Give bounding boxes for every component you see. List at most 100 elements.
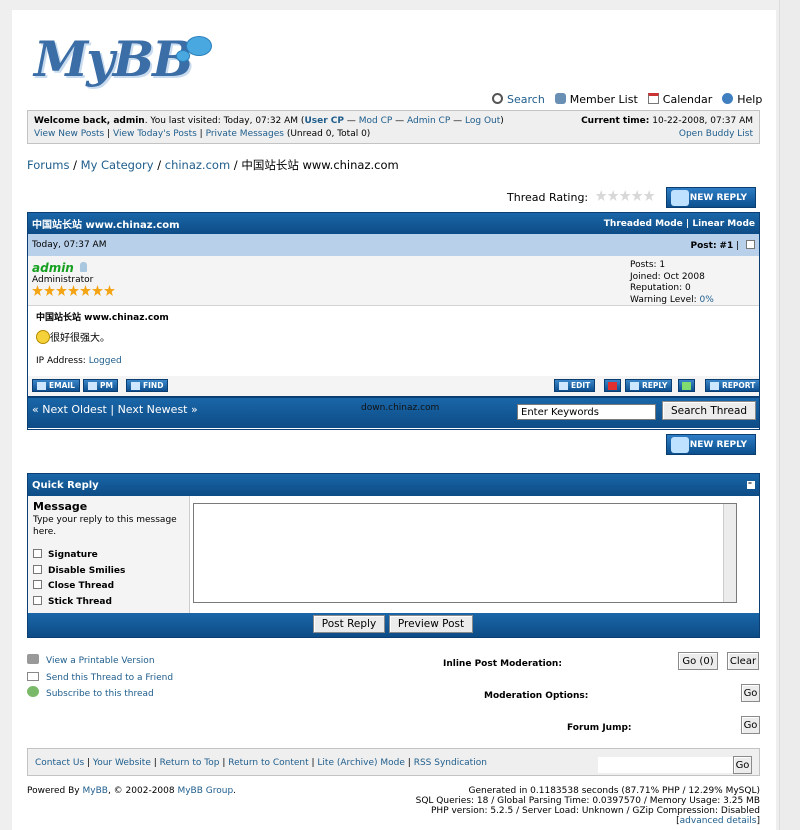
stick-thread-checkbox[interactable] — [33, 595, 42, 605]
next-oldest-link[interactable]: « Next Oldest — [32, 403, 107, 416]
welcome-panel: Welcome back, admin. You last visited: T… — [27, 110, 760, 144]
pm-button[interactable]: PM — [83, 379, 118, 392]
logout-link[interactable]: Log Out — [465, 116, 500, 126]
star-icon[interactable] — [631, 190, 643, 201]
edit-icon — [559, 381, 568, 390]
inline-clear-button[interactable]: Clear — [727, 652, 759, 670]
post-text: 很好很强大。 — [50, 333, 110, 344]
mybb-group-link[interactable]: MyBB Group — [177, 786, 233, 796]
admin-cp-link[interactable]: Admin CP — [407, 116, 450, 126]
forum-jump-go-button[interactable]: Go — [741, 716, 760, 734]
star-icon — [92, 285, 103, 296]
reply-button[interactable]: REPLY — [625, 379, 673, 392]
buddy-list-link[interactable]: Open Buddy List — [679, 129, 753, 139]
star-icon — [80, 285, 91, 296]
preview-post-button[interactable]: Preview Post — [389, 615, 473, 633]
new-reply-button-bottom[interactable]: NEW REPLY — [666, 434, 756, 455]
send-to-friend-link[interactable]: Send this Thread to a Friend — [46, 673, 173, 683]
star-icon[interactable] — [643, 190, 655, 201]
thread-nav-bar: « Next Oldest | Next Newest » down.china… — [28, 396, 759, 428]
email-button[interactable]: EMAIL — [32, 379, 80, 392]
lite-mode-link[interactable]: Lite (Archive) Mode — [317, 758, 405, 768]
close-thread-checkbox[interactable] — [33, 580, 42, 589]
author-name[interactable]: admin — [32, 261, 74, 275]
search-thread-button[interactable]: Search Thread — [662, 401, 756, 420]
post-number-link[interactable]: #1 — [719, 241, 733, 251]
contact-us-link[interactable]: Contact Us — [35, 758, 84, 768]
new-posts-link[interactable]: View New Posts — [34, 129, 104, 139]
breadcrumb: Forums / My Category / chinaz.com / 中国站长… — [27, 158, 399, 172]
todays-posts-link[interactable]: View Today's Posts — [113, 129, 197, 139]
post-meta-bar: Today, 07:37 AM Post: #1 | — [28, 234, 759, 256]
stick-thread-option[interactable]: Stick Thread — [33, 595, 184, 611]
moderation-go-button[interactable]: Go — [741, 684, 760, 702]
footer-input[interactable] — [598, 757, 740, 773]
moderation-options-label: Moderation Options: — [484, 691, 589, 701]
delete-button[interactable] — [604, 379, 621, 392]
breadcrumb-forum[interactable]: chinaz.com — [165, 158, 230, 172]
memberlist-link[interactable]: Member List — [554, 93, 638, 106]
next-newest-link[interactable]: Next Newest » — [118, 403, 198, 416]
post-select-checkbox[interactable] — [746, 239, 755, 249]
close-thread-option[interactable]: Close Thread — [33, 579, 184, 595]
star-icon — [68, 285, 79, 296]
smiley-icon — [36, 330, 50, 344]
new-reply-button[interactable]: NEW REPLY — [666, 187, 756, 208]
post-container: 中国站长站 www.chinaz.com Threaded Mode | Lin… — [27, 212, 761, 430]
textarea-scrollbar[interactable] — [723, 504, 736, 602]
author-panel: admin Administrator Posts: 1 Joined: Oct… — [28, 256, 759, 306]
user-cp-link[interactable]: User CP — [304, 116, 344, 126]
welcome-text: Welcome back, admin — [34, 116, 145, 126]
quick-reply-footer: Post Reply Preview Post — [28, 613, 759, 637]
mybb-logo[interactable]: MyBB — [34, 30, 194, 88]
post-reply-button[interactable]: Post Reply — [313, 615, 385, 633]
current-time: 10-22-2008, 07:37 AM — [652, 116, 753, 126]
reply-icon — [630, 381, 639, 390]
disable-smilies-option[interactable]: Disable Smilies — [33, 564, 184, 580]
mod-cp-link[interactable]: Mod CP — [359, 116, 393, 126]
return-to-content-link[interactable]: Return to Content — [228, 758, 308, 768]
ip-logged-link[interactable]: Logged — [89, 356, 122, 366]
search-thread-input[interactable]: Enter Keywords — [517, 404, 656, 420]
disable-smilies-checkbox[interactable] — [33, 564, 42, 574]
signature-checkbox[interactable] — [33, 549, 42, 558]
subscribe-link[interactable]: Subscribe to this thread — [46, 689, 154, 699]
find-button[interactable]: FIND — [126, 379, 169, 392]
breadcrumb-forums[interactable]: Forums — [27, 158, 69, 172]
multiquote-icon — [682, 381, 691, 390]
star-icon[interactable] — [595, 190, 607, 201]
mybb-link[interactable]: MyBB — [83, 786, 108, 796]
search-link[interactable]: Search — [492, 93, 545, 106]
report-button[interactable]: REPORT — [705, 379, 761, 392]
delete-icon — [608, 381, 617, 390]
star-icon[interactable] — [619, 190, 631, 201]
your-website-link[interactable]: Your Website — [93, 758, 151, 768]
collapse-button[interactable]: – — [747, 478, 755, 489]
message-textarea[interactable] — [193, 503, 737, 603]
advanced-details-link[interactable]: advanced details — [680, 816, 757, 826]
star-icon[interactable] — [607, 190, 619, 201]
multiquote-button[interactable] — [678, 379, 695, 392]
star-icon — [32, 285, 43, 296]
calendar-link[interactable]: Calendar — [647, 93, 712, 106]
author-stars — [32, 285, 116, 299]
breadcrumb-category[interactable]: My Category — [81, 158, 154, 172]
top-links: Search Member List Calendar Help — [492, 93, 762, 106]
private-messages-link[interactable]: Private Messages — [206, 129, 284, 139]
scrollbar[interactable] — [779, 0, 800, 830]
rating-stars[interactable] — [595, 190, 656, 204]
logo-bubble-small-icon — [176, 50, 190, 62]
author-joined: Joined: Oct 2008 — [630, 271, 705, 282]
rss-link[interactable]: RSS Syndication — [414, 758, 487, 768]
reply-arrow-icon — [671, 190, 689, 206]
return-to-top-link[interactable]: Return to Top — [160, 758, 220, 768]
warning-level-link[interactable]: 0% — [700, 295, 714, 305]
footer-go-button[interactable]: Go — [733, 756, 752, 774]
printable-version-link[interactable]: View a Printable Version — [46, 656, 155, 666]
threaded-mode-link[interactable]: Threaded Mode — [604, 219, 683, 229]
inline-go-button[interactable]: Go (0) — [678, 652, 718, 670]
help-link[interactable]: Help — [722, 93, 762, 106]
edit-button[interactable]: EDIT — [554, 379, 596, 392]
linear-mode-link[interactable]: Linear Mode — [692, 219, 755, 229]
signature-option[interactable]: Signature — [33, 548, 184, 564]
